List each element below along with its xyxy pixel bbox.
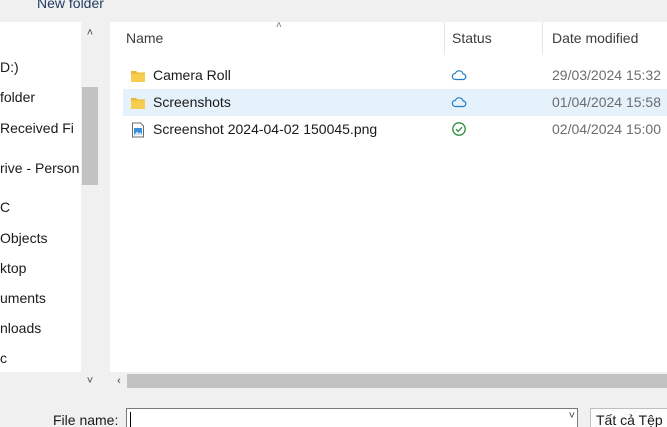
nav-scrollbar-thumb[interactable] <box>82 87 98 185</box>
cloud-icon <box>451 70 467 81</box>
file-row[interactable]: Camera Roll 29/03/2024 15:32 <box>123 62 667 89</box>
nav-item-music[interactable]: c <box>0 343 81 372</box>
horizontal-scrollbar-thumb[interactable] <box>127 374 667 388</box>
file-date-modified: 02/04/2024 15:00 <box>552 121 661 137</box>
nav-item-3d-objects[interactable]: Objects <box>0 223 81 253</box>
folder-icon <box>131 71 145 82</box>
file-name: Screenshots <box>153 94 231 110</box>
file-name: Screenshot 2024-04-02 150045.png <box>153 121 378 137</box>
nav-item-onedrive-personal[interactable]: rive - Person <box>0 153 81 183</box>
nav-item-this-pc[interactable]: C <box>0 192 81 222</box>
chevron-down-icon[interactable]: ˅ <box>569 410 575 422</box>
file-list: ˄ Name Status Date modified Camera Roll … <box>110 22 667 372</box>
nav-item-drive[interactable]: D:) <box>0 52 81 82</box>
scroll-down-icon[interactable]: ˅ <box>81 372 99 390</box>
column-header-status[interactable]: Status <box>452 22 492 55</box>
horizontal-scrollbar[interactable]: ‹ <box>110 372 667 390</box>
folder-icon <box>131 98 145 109</box>
nav-scrollbar[interactable]: ˄ ˅ <box>81 22 99 387</box>
file-name-bar: File name: ˅ Tất cả Tệp <box>0 390 667 427</box>
column-divider[interactable] <box>444 22 445 55</box>
scroll-left-icon[interactable]: ‹ <box>110 372 128 390</box>
toolbar: New folder <box>0 0 667 22</box>
new-folder-button[interactable]: New folder <box>37 0 104 12</box>
file-name: Camera Roll <box>153 67 231 83</box>
file-row[interactable]: Screenshot 2024-04-02 150045.png 02/04/2… <box>123 116 667 143</box>
column-header-name[interactable]: Name <box>126 22 163 55</box>
navigation-pane: D:) folder Received Fi rive - Person C O… <box>0 22 81 372</box>
file-name-input[interactable]: ˅ <box>126 408 578 427</box>
file-name-label: File name: <box>53 412 119 427</box>
nav-item-received-files[interactable]: Received Fi <box>0 113 81 143</box>
file-date-modified: 01/04/2024 15:58 <box>552 94 661 110</box>
nav-item-folder[interactable]: folder <box>0 82 81 112</box>
file-type-select[interactable]: Tất cả Tệp <box>590 408 667 427</box>
image-file-icon <box>132 122 144 138</box>
text-cursor <box>130 412 131 427</box>
scroll-up-icon[interactable]: ˄ <box>81 24 99 42</box>
cloud-icon <box>451 97 467 108</box>
nav-item-documents[interactable]: uments <box>0 283 81 313</box>
check-circle-icon <box>452 122 466 136</box>
nav-item-downloads[interactable]: nloads <box>0 313 81 343</box>
column-header-date-modified[interactable]: Date modified <box>552 22 638 55</box>
column-divider[interactable] <box>542 22 543 55</box>
file-date-modified: 29/03/2024 15:32 <box>552 67 661 83</box>
file-row[interactable]: Screenshots 01/04/2024 15:58 <box>123 89 667 116</box>
nav-item-desktop[interactable]: ktop <box>0 253 81 283</box>
sort-ascending-icon: ˄ <box>276 22 282 31</box>
pane-divider <box>99 22 110 372</box>
